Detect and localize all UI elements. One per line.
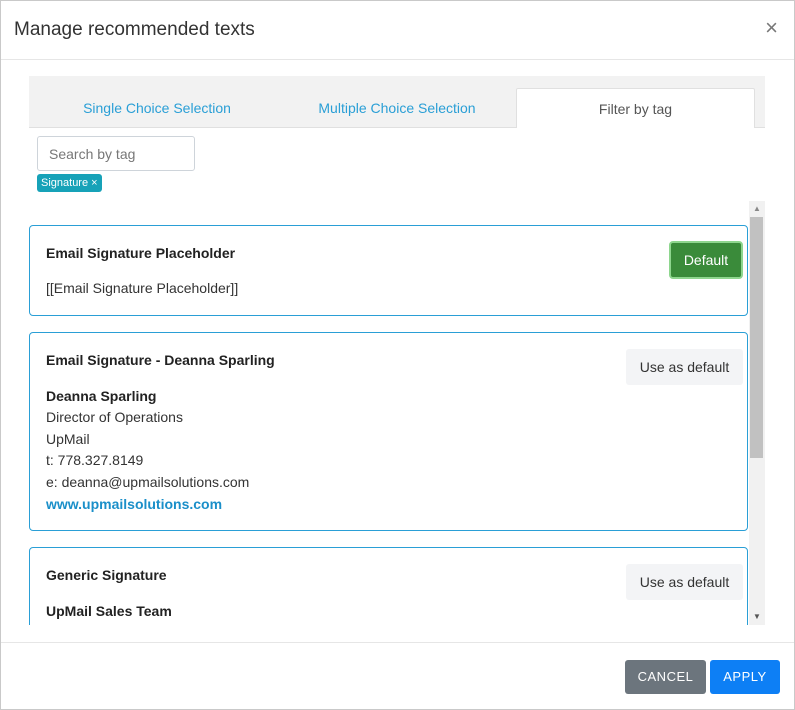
signature-website-link[interactable]: www.upmailsolutions.com — [46, 496, 222, 512]
apply-button[interactable]: APPLY — [710, 660, 780, 694]
search-by-tag-input[interactable] — [37, 136, 195, 171]
tag-chip-signature: Signature × — [37, 174, 102, 192]
card-body: [[Email Signature Placeholder]] — [46, 280, 239, 296]
use-as-default-button[interactable]: Use as default — [626, 564, 743, 600]
signature-company: UpMail — [46, 431, 90, 447]
list-item-email-signature-deanna-sparling[interactable]: Email Signature - Deanna Sparling Use as… — [29, 332, 748, 531]
scroll-up-arrow-icon[interactable]: ▲ — [749, 203, 765, 215]
tabs-bar: Single Choice Selection Multiple Choice … — [29, 76, 765, 128]
manage-recommended-texts-modal: Manage recommended texts × Single Choice… — [0, 0, 795, 710]
signature-email: e: deanna@upmailsolutions.com — [46, 474, 250, 490]
tab-filter-by-tag[interactable]: Filter by tag — [516, 88, 755, 128]
cancel-button[interactable]: CANCEL — [625, 660, 706, 694]
list-scrollbar[interactable]: ▲ ▼ — [749, 201, 765, 625]
list-item-email-signature-placeholder[interactable]: Email Signature Placeholder [[Email Sign… — [29, 225, 748, 316]
signature-name: Deanna Sparling — [46, 388, 157, 404]
signature-name: UpMail Sales Team — [46, 603, 172, 619]
signature-role: Director of Operations — [46, 409, 183, 425]
scroll-down-arrow-icon[interactable]: ▼ — [749, 611, 765, 623]
use-as-default-button[interactable]: Use as default — [626, 349, 743, 385]
tab-multiple-choice-selection[interactable]: Multiple Choice Selection — [279, 88, 515, 128]
recommended-texts-list: Email Signature Placeholder [[Email Sign… — [29, 201, 765, 625]
scrollbar-thumb[interactable] — [750, 217, 763, 458]
modal-title: Manage recommended texts — [14, 19, 255, 40]
default-button[interactable]: Default — [669, 241, 743, 279]
card-title: Generic Signature — [46, 567, 167, 583]
tab-single-choice-selection[interactable]: Single Choice Selection — [29, 88, 285, 128]
signature-phone: t: 778.327.8149 — [46, 452, 144, 468]
modal-header: Manage recommended texts × — [1, 1, 794, 60]
card-title: Email Signature - Deanna Sparling — [46, 352, 275, 368]
card-title: Email Signature Placeholder — [46, 245, 236, 261]
list-item-generic-signature[interactable]: Generic Signature Use as default UpMail … — [29, 547, 748, 625]
tag-remove-icon[interactable]: × — [91, 177, 97, 189]
close-icon[interactable]: × — [765, 16, 778, 40]
modal-footer: CANCEL APPLY — [1, 642, 794, 710]
tag-chip-label: Signature — [41, 177, 89, 189]
